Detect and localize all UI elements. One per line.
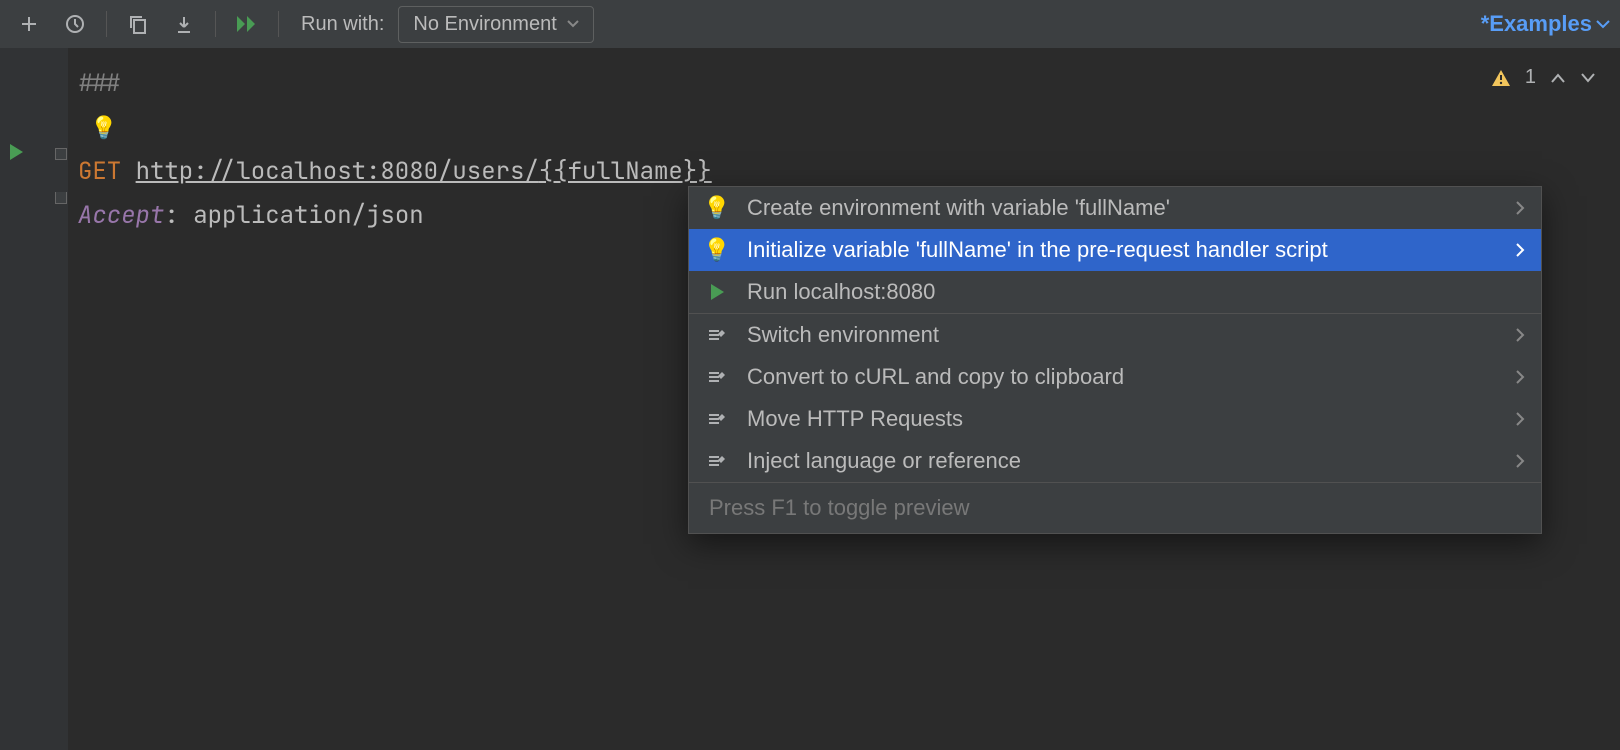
toolbar-separator — [106, 11, 107, 37]
intention-popup: 💡 Create environment with variable 'fullN… — [688, 186, 1542, 534]
fold-marker[interactable] — [55, 192, 67, 204]
intention-item-label: Inject language or reference — [747, 448, 1497, 474]
intention-item-label: Convert to cURL and copy to clipboard — [747, 364, 1497, 390]
http-url: http://localhost:8080/users/{{fullName}} — [136, 156, 712, 187]
toolbar-separator — [215, 11, 216, 37]
history-button[interactable] — [56, 5, 94, 43]
edit-icon — [707, 327, 727, 343]
warning-count: 1 — [1525, 66, 1536, 89]
intention-item[interactable]: Run localhost:8080 — [689, 271, 1541, 313]
intention-item[interactable]: Convert to cURL and copy to clipboard — [689, 356, 1541, 398]
intention-bulb-icon[interactable]: 💡 — [90, 106, 117, 150]
chevron-right-icon — [1515, 369, 1525, 385]
copy-button[interactable] — [119, 5, 157, 43]
intention-item[interactable]: 💡 Create environment with variable 'fullN… — [689, 187, 1541, 229]
next-highlight-icon[interactable] — [1580, 72, 1596, 84]
intention-item[interactable]: Switch environment — [689, 314, 1541, 356]
import-button[interactable] — [165, 5, 203, 43]
edit-icon — [707, 369, 727, 385]
intention-item-label: Move HTTP Requests — [747, 406, 1497, 432]
intention-item[interactable]: 💡 Initialize variable 'fullName' in the p… — [689, 229, 1541, 271]
chevron-down-icon — [1596, 19, 1610, 29]
code-separator: ### — [78, 68, 121, 99]
popup-footer: Press F1 to toggle preview — [689, 482, 1541, 533]
intention-item-label: Create environment with variable 'fullNa… — [747, 195, 1497, 221]
toolbar: Run with: No Environment *Examples — [0, 0, 1620, 48]
gutter — [0, 48, 68, 750]
run-with-label: Run with: — [301, 13, 384, 36]
edit-icon — [707, 453, 727, 469]
chevron-right-icon — [1515, 200, 1525, 216]
inspection-widget[interactable]: 1 — [1491, 66, 1596, 89]
warning-icon — [1491, 69, 1511, 87]
play-icon — [709, 283, 725, 301]
file-tab[interactable]: *Examples — [1481, 11, 1610, 37]
chevron-down-icon — [567, 20, 579, 28]
chevron-right-icon — [1515, 327, 1525, 343]
bulb-icon: 💡 — [703, 195, 730, 221]
prev-highlight-icon[interactable] — [1550, 72, 1566, 84]
http-method: GET — [78, 156, 121, 187]
toolbar-separator — [278, 11, 279, 37]
chevron-right-icon — [1515, 411, 1525, 427]
run-all-button[interactable] — [228, 5, 266, 43]
file-tab-label: *Examples — [1481, 11, 1592, 37]
header-name: Accept — [78, 200, 164, 231]
header-value: application/json — [193, 200, 423, 231]
environment-select[interactable]: No Environment — [398, 6, 593, 43]
add-button[interactable] — [10, 5, 48, 43]
environment-selected-value: No Environment — [413, 13, 556, 36]
intention-item-label: Initialize variable 'fullName' in the pr… — [747, 237, 1497, 263]
chevron-right-icon — [1515, 242, 1525, 258]
intention-item[interactable]: Move HTTP Requests — [689, 398, 1541, 440]
chevron-right-icon — [1515, 453, 1525, 469]
intention-item-label: Switch environment — [747, 322, 1497, 348]
fold-marker[interactable] — [55, 148, 67, 160]
edit-icon — [707, 411, 727, 427]
intention-item[interactable]: Inject language or reference — [689, 440, 1541, 482]
intention-item-label: Run localhost:8080 — [747, 279, 1525, 305]
bulb-icon: 💡 — [703, 237, 730, 263]
run-gutter-icon[interactable] — [8, 143, 24, 161]
